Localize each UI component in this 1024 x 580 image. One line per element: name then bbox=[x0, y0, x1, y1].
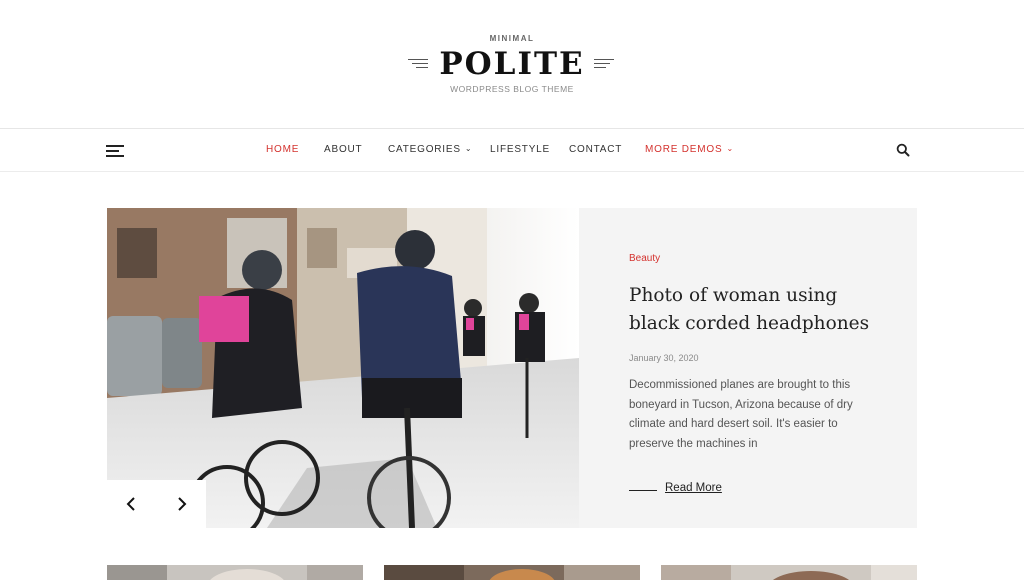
logo-tagline: MINIMAL bbox=[489, 34, 535, 43]
nav-item-label: LIFESTYLE bbox=[490, 144, 550, 155]
nav-item-home[interactable]: HOME bbox=[266, 144, 299, 155]
nav-item-label: ABOUT bbox=[324, 144, 363, 155]
slider-controls bbox=[107, 480, 206, 528]
post-card-photo bbox=[107, 565, 363, 580]
speed-lines-right-icon bbox=[594, 57, 616, 71]
chevron-down-icon: ⌄ bbox=[464, 144, 473, 153]
post-card-image[interactable] bbox=[661, 565, 917, 580]
read-more-divider bbox=[629, 490, 657, 491]
nav-item-label: MORE DEMOS bbox=[645, 144, 723, 155]
nav-item-more-demos[interactable]: MORE DEMOS ⌄ bbox=[645, 144, 734, 155]
nav-item-label: HOME bbox=[266, 144, 300, 155]
post-card-photo bbox=[661, 565, 917, 580]
nav-item-about[interactable]: ABOUT bbox=[324, 144, 362, 155]
search-icon[interactable] bbox=[896, 143, 910, 157]
main-navigation: HOME ABOUT CATEGORIES ⌄ LIFESTYLE CONTACT… bbox=[0, 128, 1024, 172]
chevron-right-icon[interactable] bbox=[173, 496, 189, 512]
chevron-down-icon: ⌄ bbox=[726, 144, 734, 153]
nav-item-label: CATEGORIES bbox=[388, 144, 461, 155]
chevron-left-icon[interactable] bbox=[124, 496, 140, 512]
nav-item-label: CONTACT bbox=[569, 144, 623, 155]
post-card-photo bbox=[384, 565, 640, 580]
logo-title: POLITE bbox=[439, 46, 585, 82]
post-date: January 30, 2020 bbox=[629, 353, 699, 363]
read-more-label: Read More bbox=[665, 482, 722, 494]
featured-post-panel: Beauty Photo of woman using black corded… bbox=[579, 208, 917, 528]
nav-item-lifestyle[interactable]: LIFESTYLE bbox=[490, 144, 550, 155]
site-header: MINIMAL POLITE WORDPRESS BLOG THEME bbox=[0, 0, 1024, 128]
post-title[interactable]: Photo of woman using black corded headph… bbox=[629, 282, 889, 338]
post-card-image[interactable] bbox=[384, 565, 640, 580]
nav-item-contact[interactable]: CONTACT bbox=[569, 144, 622, 155]
post-card-image[interactable] bbox=[107, 565, 363, 580]
nav-menu: HOME ABOUT CATEGORIES ⌄ LIFESTYLE CONTACT… bbox=[0, 129, 1024, 173]
featured-slider: Beauty Photo of woman using black corded… bbox=[107, 208, 917, 528]
featured-image[interactable] bbox=[107, 208, 579, 528]
post-excerpt: Decommissioned planes are brought to thi… bbox=[629, 379, 853, 450]
logo-subtitle: WORDPRESS BLOG THEME bbox=[450, 84, 574, 94]
site-logo[interactable]: MINIMAL POLITE WORDPRESS BLOG THEME bbox=[0, 0, 1024, 128]
post-category[interactable]: Beauty bbox=[629, 253, 660, 264]
nav-item-categories[interactable]: CATEGORIES ⌄ bbox=[388, 144, 472, 155]
